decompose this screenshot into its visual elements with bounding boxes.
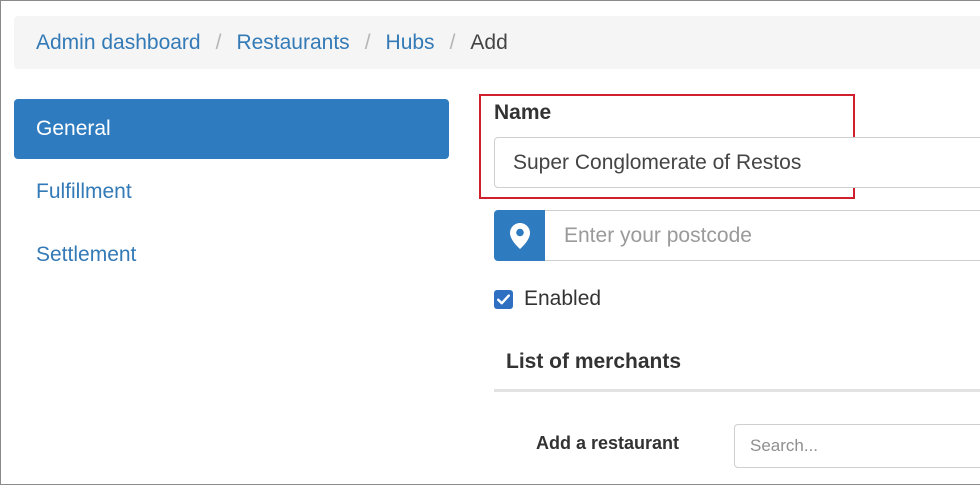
breadcrumb-separator: /	[364, 30, 371, 54]
sidebar-item-settlement[interactable]: Settlement	[14, 225, 449, 285]
map-pin-icon	[494, 210, 545, 261]
name-input[interactable]	[494, 137, 980, 188]
enabled-checkbox[interactable]	[494, 289, 513, 309]
hub-form: Name Enabled List of merchants Add a res…	[479, 1, 980, 484]
breadcrumb-separator: /	[449, 30, 456, 54]
breadcrumb-admin-dashboard[interactable]: Admin dashboard	[36, 31, 201, 55]
merchants-section-title: List of merchants	[506, 350, 682, 373]
enabled-label: Enabled	[524, 287, 602, 310]
add-restaurant-label: Add a restaurant	[536, 433, 680, 453]
breadcrumb-separator: /	[215, 30, 222, 54]
enabled-row: Enabled	[494, 287, 601, 311]
postcode-input[interactable]	[545, 210, 980, 261]
breadcrumb-hubs[interactable]: Hubs	[386, 31, 435, 55]
postcode-input-group	[494, 210, 980, 261]
sidebar-item-fulfillment[interactable]: Fulfillment	[14, 162, 449, 222]
page-frame: Admin dashboard / Restaurants / Hubs / A…	[0, 0, 980, 485]
restaurant-search-input[interactable]	[734, 424, 980, 468]
sidebar-item-general[interactable]: General	[14, 99, 449, 159]
section-divider	[494, 389, 980, 392]
breadcrumb-restaurants[interactable]: Restaurants	[236, 31, 349, 55]
name-label: Name	[494, 101, 552, 124]
sidebar-nav: General Fulfillment Settlement	[14, 99, 449, 288]
